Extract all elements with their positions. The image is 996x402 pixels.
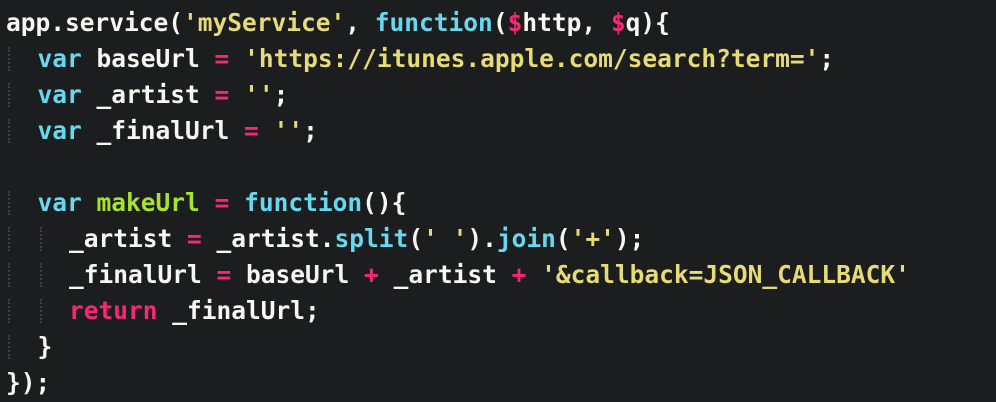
code-token-operator: = (244, 116, 259, 145)
code-editor[interactable]: app.service('myService', function($http,… (0, 0, 996, 402)
code-token-plain: _artist (81, 80, 215, 109)
code-token-operator: = (187, 224, 202, 253)
code-line[interactable]: var _finalUrl = ''; (6, 113, 996, 149)
code-token-operator: $ (507, 8, 523, 37)
code-token-plain: (){ (362, 188, 407, 217)
code-token-plain: baseUrl (231, 260, 365, 289)
code-line[interactable]: var _artist = ''; (6, 77, 996, 113)
indent-guide (6, 113, 38, 149)
code-token-string: '' (273, 116, 304, 145)
code-token-keyword: var (37, 188, 82, 217)
code-token-plain: ; (819, 44, 835, 73)
code-token-plain: _artist (378, 260, 512, 289)
code-token-plain: _finalUrl; (157, 296, 320, 325)
code-token-plain: http, (522, 8, 611, 37)
code-token-keyword: function (374, 8, 493, 37)
code-token-string: 'myService' (183, 8, 346, 37)
code-token-string: 'https://itunes.apple.com/search?term=' (244, 44, 820, 73)
code-token-plain: } (37, 332, 53, 361)
code-line[interactable]: app.service('myService', function($http,… (6, 5, 996, 41)
code-token-keyword: var (37, 116, 82, 145)
code-token-operator: = (214, 44, 230, 73)
indent-guide (6, 293, 38, 329)
code-token-plain: ). (467, 224, 497, 253)
code-token-keyword: function (244, 188, 363, 217)
code-line[interactable]: var baseUrl = 'https://itunes.apple.com/… (6, 41, 996, 77)
code-line[interactable]: _finalUrl = baseUrl + _artist + '&callba… (6, 257, 996, 293)
code-token-plain: _artist. (201, 224, 335, 253)
code-token-function-name: makeUrl (96, 188, 200, 217)
code-line[interactable]: } (6, 329, 996, 365)
code-token-plain: _artist (69, 224, 188, 253)
code-token-plain: ; (303, 116, 318, 145)
indent-guide (6, 185, 38, 221)
code-token-operator: + (364, 260, 379, 289)
code-token-operator: = (214, 188, 230, 217)
code-token-keyword: var (37, 80, 82, 109)
code-token-plain: _finalUrl (69, 260, 217, 289)
indent-guide (38, 293, 70, 329)
code-line[interactable]: }); (6, 365, 996, 401)
code-token-string: ' ' (423, 224, 468, 253)
code-token-operator: = (216, 260, 232, 289)
code-line[interactable]: return _finalUrl; (6, 293, 996, 329)
code-line[interactable] (6, 149, 996, 185)
code-token-keyword: join (496, 224, 556, 253)
indent-guide (38, 257, 70, 293)
code-token-operator: + (511, 260, 527, 289)
code-token-plain: ( (492, 8, 508, 37)
code-token-plain: , (345, 8, 375, 37)
code-token-operator: return (69, 296, 158, 325)
indent-guide (6, 77, 38, 113)
code-token-string: '+' (570, 224, 615, 253)
code-token-keyword: split (334, 224, 409, 253)
code-token-plain: _finalUrl (81, 116, 245, 145)
code-token-keyword: var (37, 44, 82, 73)
code-token-string: '' (244, 80, 274, 109)
code-token-plain: ( (555, 224, 571, 253)
code-token-string: '&callback=JSON_CALLBACK' (541, 260, 910, 289)
indent-guide (38, 221, 70, 257)
code-token-plain: }); (6, 368, 51, 397)
code-token-operator: = (214, 80, 230, 109)
code-token-plain: ( (408, 224, 424, 253)
code-token-plain: ; (273, 80, 289, 109)
code-token-operator: $ (610, 8, 626, 37)
code-line[interactable]: _artist = _artist.split(' ').join('+'); (6, 221, 996, 257)
indent-guide (6, 221, 38, 257)
code-token-plain: q){ (625, 8, 670, 37)
code-token-plain: baseUrl (81, 44, 215, 73)
code-token-plain: ); (614, 224, 645, 253)
indent-guide (6, 329, 38, 365)
code-line[interactable]: var makeUrl = function(){ (6, 185, 996, 221)
code-token-plain: app.service( (6, 8, 184, 37)
indent-guide (6, 257, 38, 293)
code-lines: app.service('myService', function($http,… (6, 5, 996, 401)
indent-guide (6, 41, 38, 77)
